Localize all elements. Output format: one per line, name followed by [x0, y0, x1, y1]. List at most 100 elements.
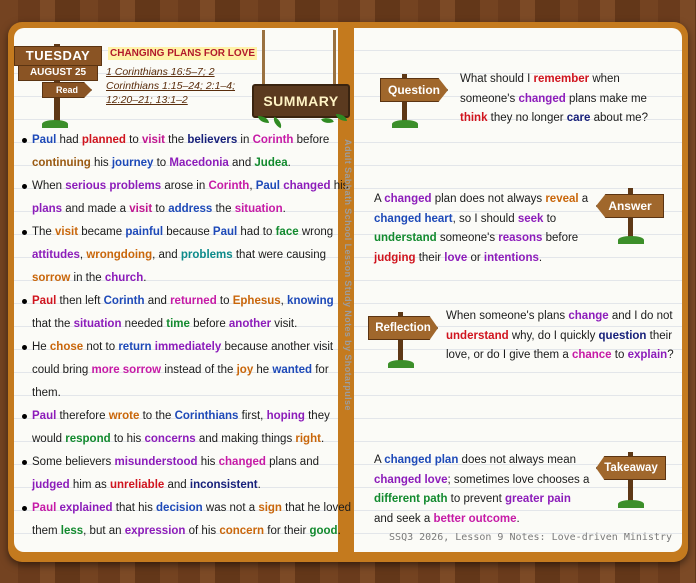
keyword: joy	[236, 364, 254, 376]
keyword: address	[168, 203, 213, 215]
keyword: expression	[124, 525, 186, 537]
keyword: painful	[125, 226, 164, 238]
keyword: journey	[111, 157, 154, 169]
text-run: When	[32, 180, 66, 192]
text-run: that were causing	[232, 249, 326, 261]
summary-sign: SUMMARY	[252, 84, 350, 118]
text-run: to	[543, 212, 557, 225]
text-run: What should I	[460, 73, 534, 85]
text-run: A	[374, 454, 385, 466]
keyword: Corinthians	[174, 410, 239, 422]
keyword: think	[460, 112, 488, 124]
grass-decoration	[618, 236, 644, 244]
keyword: return	[118, 341, 152, 353]
text-run: A	[374, 193, 385, 205]
summary-bullet: Paul then left Corinth and returned to E…	[22, 290, 352, 336]
keyword: wrongdoing	[86, 249, 153, 261]
keyword: Paul	[255, 180, 281, 192]
text-run: .	[287, 157, 291, 169]
keyword: different path	[374, 493, 448, 505]
keyword: time	[166, 318, 190, 330]
keyword: hoping	[266, 410, 305, 422]
text-run: someone's	[436, 232, 499, 244]
keyword: chose	[49, 341, 84, 353]
keyword: believers	[187, 134, 238, 146]
date-label: AUGUST 25	[18, 65, 98, 81]
text-run: , but an	[83, 525, 125, 537]
text-run: He	[32, 341, 50, 353]
text-run: why, do I quickly	[508, 329, 599, 342]
keyword: Judea	[254, 157, 288, 169]
text-run: to	[153, 157, 170, 169]
text-run: a	[578, 193, 589, 205]
keyword: reveal	[545, 193, 579, 205]
keyword: serious problems	[65, 180, 162, 192]
scripture-references[interactable]: 1 Corinthians 16:5–7; 2 Corinthians 1:15…	[106, 65, 256, 107]
summary-bullet-list: Paul had planned to visit the believers …	[18, 129, 352, 543]
keyword: better outcome	[433, 512, 517, 525]
text-run: before	[189, 318, 229, 330]
text-run: , so I should	[452, 212, 518, 225]
keyword: immediately	[154, 341, 222, 353]
text-run: The	[32, 226, 56, 238]
text-run: plans and	[265, 456, 319, 468]
reference-line: Corinthians 1:15–24; 2:1–4;	[106, 80, 236, 92]
reflection-text: When someone's plans change and I do not…	[446, 307, 674, 366]
text-run: to his	[110, 433, 145, 445]
text-run: to	[152, 203, 169, 215]
text-run: needed	[121, 318, 167, 330]
keyword: concerns	[144, 433, 196, 445]
answer-text: A changed plan does not always reveal a …	[374, 190, 592, 268]
text-run: in the	[70, 272, 105, 284]
question-text: What should I remember when someone's ch…	[460, 70, 672, 129]
watermark: Adult Sabbath School Lesson Study Notes …	[338, 120, 358, 430]
reference-line: 12:20–21; 13:1–2	[106, 94, 188, 106]
keyword: Paul	[32, 134, 57, 146]
text-run: they no longer	[487, 112, 567, 124]
text-run: to	[216, 295, 233, 307]
keyword: intentions	[483, 251, 539, 264]
text-run: the	[212, 203, 235, 215]
summary-bullet: He chose not to return immediately becau…	[22, 336, 352, 405]
text-run: wrong	[298, 226, 334, 238]
text-run: ; sometimes love chooses a	[447, 473, 590, 486]
text-run: he	[253, 364, 273, 376]
text-run: to prevent	[447, 493, 506, 505]
text-run: and	[164, 479, 190, 491]
keyword: Corinth	[103, 295, 145, 307]
keyword: situation	[234, 203, 283, 215]
keyword: changed	[283, 180, 331, 192]
keyword: planned	[81, 134, 126, 146]
keyword: misunderstood	[114, 456, 198, 468]
keyword: situation	[73, 318, 122, 330]
summary-bullet: Paul explained that his decision was not…	[22, 497, 352, 543]
keyword: seek	[517, 212, 544, 225]
keyword: Corinth	[252, 134, 294, 146]
keyword: Paul	[32, 410, 57, 422]
text-run: became	[78, 226, 126, 238]
text-run: .	[257, 479, 261, 491]
keyword: changed	[218, 456, 266, 468]
summary-bullet: Paul had planned to visit the believers …	[22, 129, 352, 175]
summary-bullet: Some believers misunderstood his changed…	[22, 451, 352, 497]
text-run: therefore	[56, 410, 109, 422]
summary-label: SUMMARY	[263, 93, 339, 109]
grass-decoration	[392, 120, 418, 128]
text-run: that the	[32, 318, 74, 330]
text-run: to	[611, 349, 628, 361]
keyword: concern	[219, 525, 265, 537]
keyword: question	[598, 329, 647, 342]
takeaway-text: A changed plan does not always mean chan…	[374, 451, 592, 529]
keyword: reasons	[498, 232, 543, 244]
keyword: love	[444, 251, 468, 264]
text-run: .	[337, 525, 341, 537]
text-run: Some believers	[32, 456, 115, 468]
text-run: .	[538, 251, 543, 264]
grass-decoration	[42, 120, 68, 128]
lesson-title: CHANGING PLANS FOR LOVE	[108, 47, 258, 60]
keyword: changed	[518, 92, 566, 105]
grass-decoration	[618, 500, 644, 508]
summary-bullet: Paul therefore wrote to the Corinthians …	[22, 405, 352, 451]
text-run: to	[125, 134, 142, 146]
text-run: .	[282, 203, 286, 215]
